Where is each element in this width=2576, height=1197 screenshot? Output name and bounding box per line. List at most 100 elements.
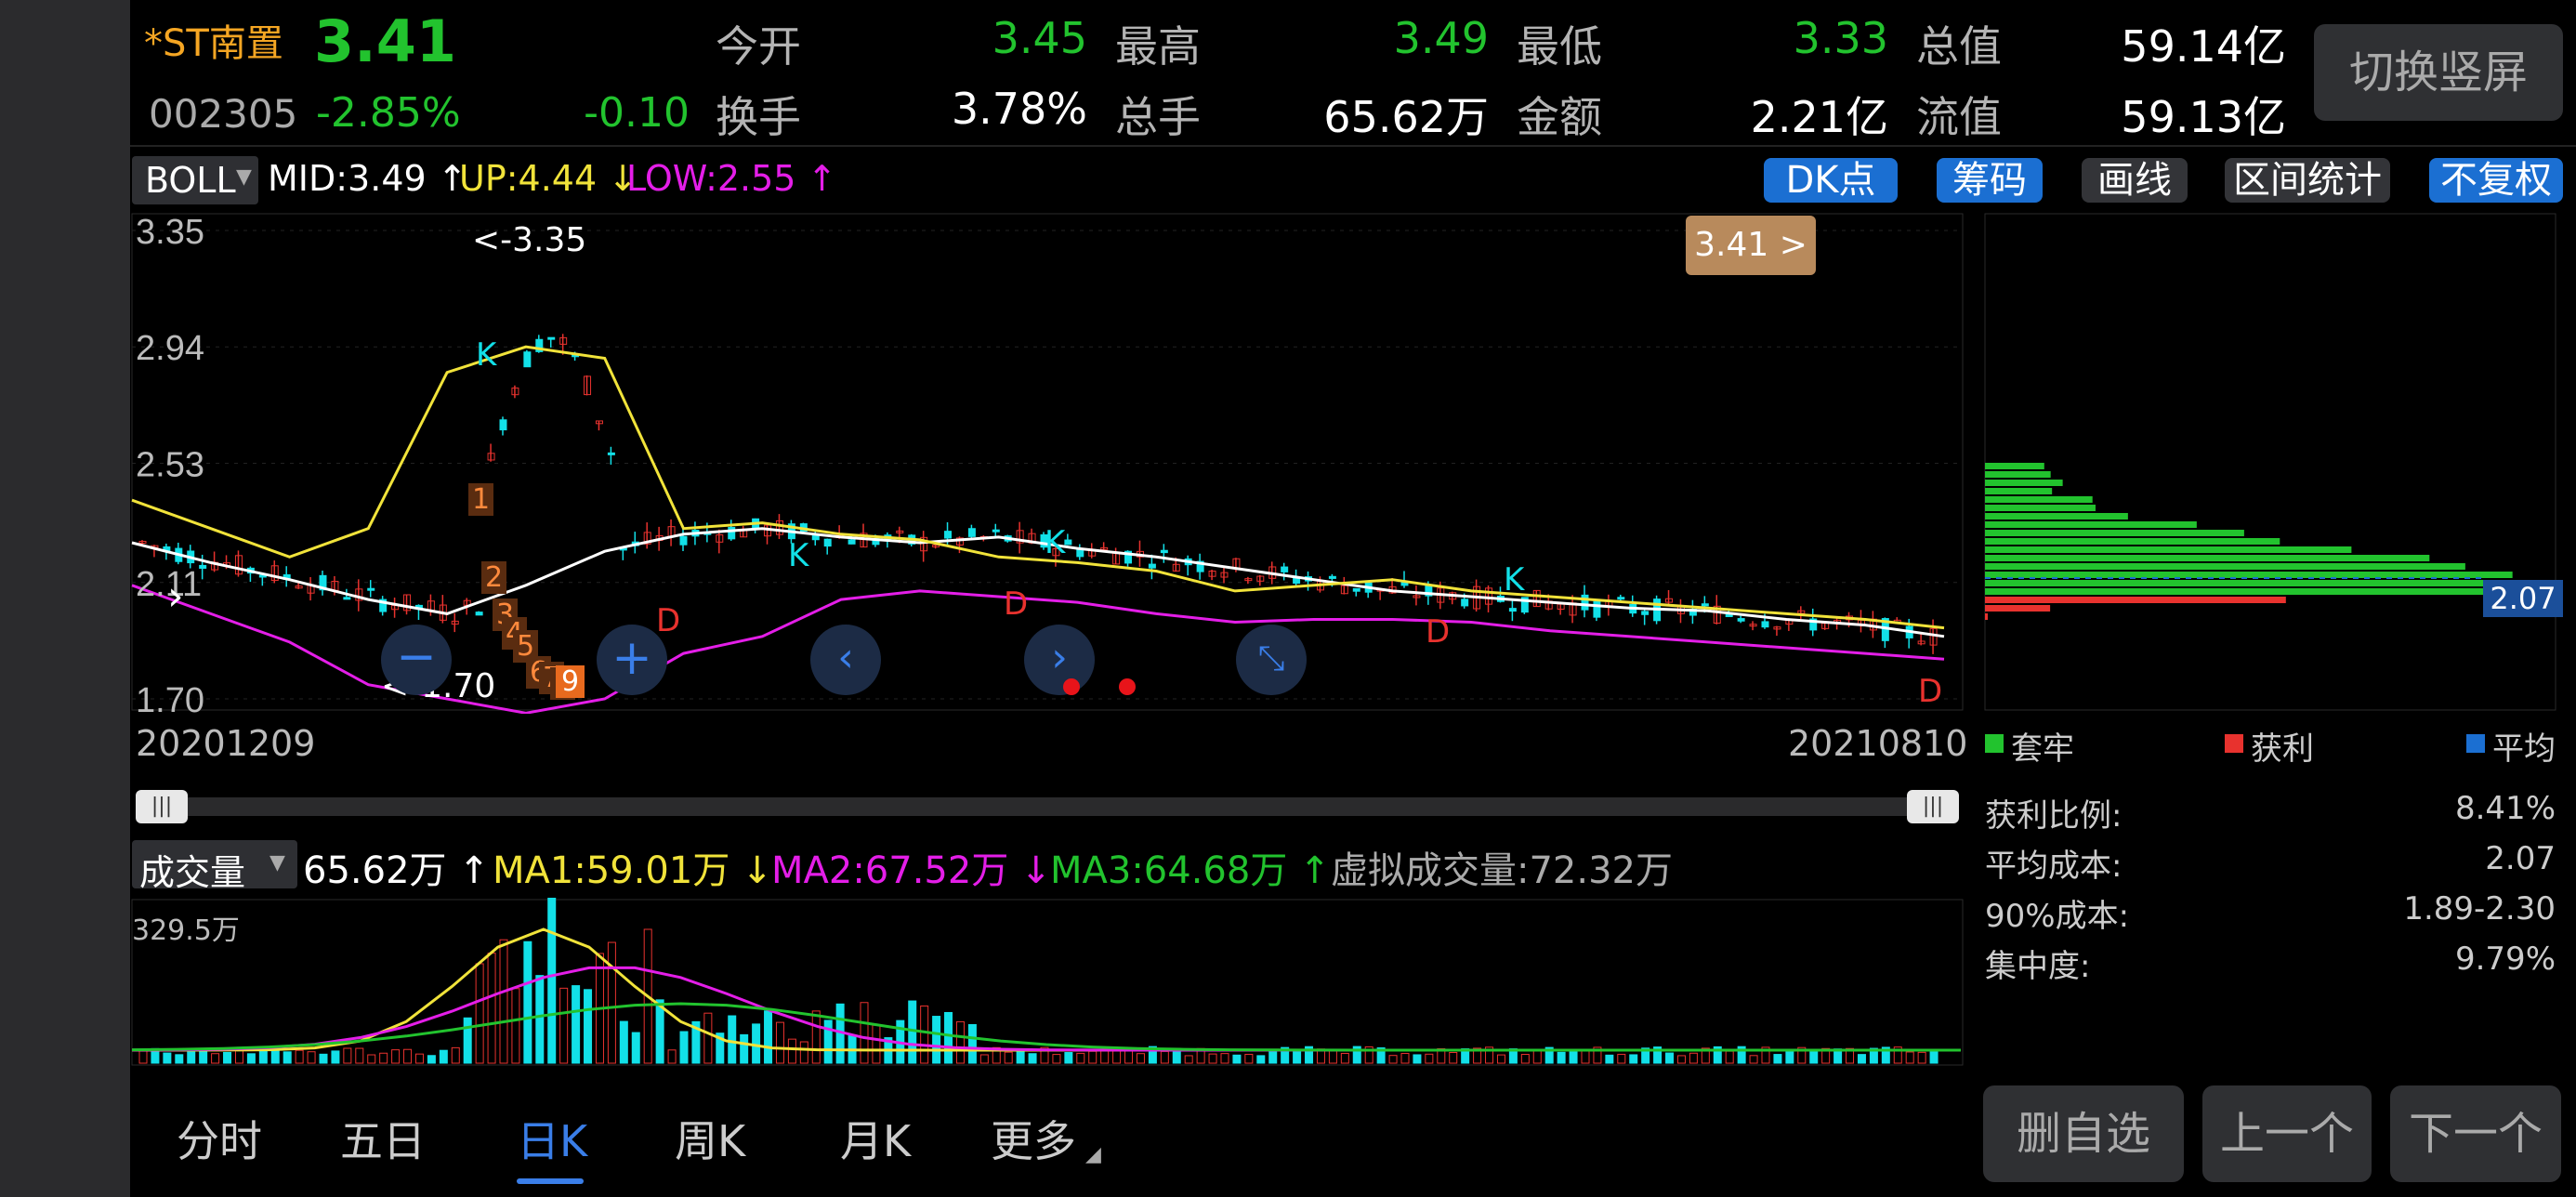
volume-bar — [1496, 1054, 1505, 1064]
chip-bar — [1985, 530, 2244, 536]
scroll-left-button[interactable]: ‹ — [810, 625, 881, 695]
range-slider-right-handle[interactable]: ||| — [1907, 790, 1959, 823]
volume-bar — [1172, 1048, 1181, 1064]
range-slider-track[interactable] — [138, 797, 1959, 816]
volume-ma-line — [131, 966, 1961, 1052]
dk-marker-k: K — [788, 537, 809, 574]
volume-bar — [979, 1054, 989, 1064]
scroll-right-button[interactable]: › — [1024, 625, 1095, 695]
latest-price-badge[interactable]: 3.41 > — [1686, 216, 1816, 275]
more-corner-icon: ◢ — [1085, 1143, 1101, 1166]
remove-watchlist-button[interactable]: 删自选 — [1983, 1085, 2184, 1182]
tab-weekly-k[interactable]: 周K — [675, 1108, 745, 1169]
volume-bar — [199, 1049, 208, 1064]
volume-bar — [572, 985, 581, 1064]
next-stock-button[interactable]: 下一个 — [2390, 1085, 2561, 1182]
volume-indicator-select[interactable]: 成交量 ▼ — [132, 840, 297, 893]
volume-bar — [175, 1054, 184, 1064]
y-tick-label: 2.94 — [136, 329, 204, 368]
previous-stock-button[interactable]: 上一个 — [2202, 1085, 2372, 1182]
range-slider-left-handle[interactable]: ||| — [136, 790, 188, 823]
volume-bar — [523, 940, 532, 1064]
candle-body — [523, 351, 532, 368]
zoom-in-button[interactable]: + — [597, 625, 667, 695]
volume-bar — [331, 1050, 340, 1064]
volume-bar — [1725, 1050, 1734, 1064]
low-value: 3.33 — [1793, 13, 1888, 63]
volume-bar — [823, 1019, 833, 1064]
volume-bar — [1340, 1052, 1349, 1064]
candle-body — [1281, 566, 1289, 572]
dk-point-button[interactable]: DK点 — [1764, 158, 1898, 203]
kline-y-ticks: 3.352.942.532.111.70 — [136, 213, 204, 714]
boll-mid-value: MID:3.49 ↑ — [268, 158, 467, 199]
volume-bar — [752, 1023, 761, 1064]
no-adjust-button[interactable]: 不复权 — [2429, 158, 2563, 203]
candle-body — [1737, 618, 1745, 622]
profit-ratio-value: 8.41% — [2454, 790, 2556, 827]
candle-body — [607, 452, 615, 455]
collapse-icon[interactable]: ⤡ — [1236, 625, 1307, 695]
tab-five-day[interactable]: 五日 — [340, 1108, 426, 1169]
tab-intraday[interactable]: 分时 — [177, 1108, 262, 1169]
chip-bar — [1985, 588, 2555, 595]
draw-line-button[interactable]: 画线 — [2082, 158, 2188, 203]
total-volume-value: 65.62万 — [1323, 92, 1489, 142]
stock-code: 002305 — [149, 91, 298, 137]
chip-bar — [1985, 463, 2044, 469]
volume-bar — [1520, 1054, 1530, 1064]
avg-cost-value: 2.07 — [2485, 840, 2556, 877]
volume-bar — [1425, 1053, 1434, 1064]
volume-bar — [667, 1049, 677, 1064]
volume-bar — [511, 988, 520, 1064]
volume-bar — [1244, 1053, 1254, 1064]
chip-bar — [1985, 480, 2063, 486]
high-price-marker: <-3.35 — [472, 221, 587, 259]
range-stats-button[interactable]: 区间统计 — [2225, 158, 2390, 203]
market-cap-value: 59.14亿 — [2121, 21, 2286, 72]
td-count: 1 — [468, 483, 494, 516]
candle-body — [1328, 575, 1336, 579]
expand-arrow-icon[interactable]: › — [167, 572, 184, 620]
volume-bar — [234, 1048, 243, 1064]
y-tick-label: 1.70 — [136, 681, 204, 714]
volume-bar — [391, 1049, 401, 1064]
volume-bar — [187, 1051, 196, 1064]
open-label: 今开 — [716, 21, 801, 72]
volume-bar — [619, 1020, 628, 1064]
volume-bar — [1184, 1055, 1193, 1064]
switch-portrait-button[interactable]: 切换竖屏 — [2314, 24, 2563, 121]
volume-bar — [1449, 1051, 1458, 1064]
volume-bar — [307, 1051, 316, 1064]
volume-bar — [559, 987, 569, 1064]
volume-chart[interactable] — [130, 898, 1966, 1067]
high-value: 3.49 — [1393, 13, 1489, 63]
volume-bar — [1532, 1050, 1542, 1064]
volume-bar — [607, 941, 616, 1064]
volume-ma3: MA3:64.68万 ↑ — [1050, 849, 1331, 892]
chips-button[interactable]: 筹码 — [1937, 158, 2043, 203]
chip-bar — [1985, 513, 2128, 520]
chip-bar — [1985, 572, 2513, 578]
amount-label: 金额 — [1517, 92, 1602, 142]
candle-body — [1593, 600, 1601, 618]
tab-daily-k[interactable]: 日K — [517, 1108, 587, 1169]
volume-bar — [1809, 1049, 1819, 1064]
boll-line-up — [131, 345, 1945, 630]
volume-bar — [138, 1049, 148, 1064]
volume-bar — [967, 1024, 977, 1064]
signal-dot — [1119, 678, 1136, 695]
candle-body — [679, 535, 688, 546]
zoom-out-button[interactable]: − — [381, 625, 452, 695]
profit-ratio-label: 获利比例: — [1985, 797, 2123, 835]
tab-monthly-k[interactable]: 月K — [840, 1108, 911, 1169]
indicator-select[interactable]: BOLL ▼ — [132, 156, 258, 204]
volume-bar — [163, 1052, 172, 1064]
tab-more[interactable]: 更多 — [991, 1108, 1076, 1169]
volume-bar — [1160, 1050, 1169, 1064]
cost90-label: 90%成本: — [1985, 898, 2130, 935]
chip-distribution-chart — [1984, 213, 2556, 711]
volume-bar — [1773, 1054, 1782, 1064]
volume-bar — [379, 1052, 388, 1064]
volume-bar — [1088, 1050, 1097, 1064]
